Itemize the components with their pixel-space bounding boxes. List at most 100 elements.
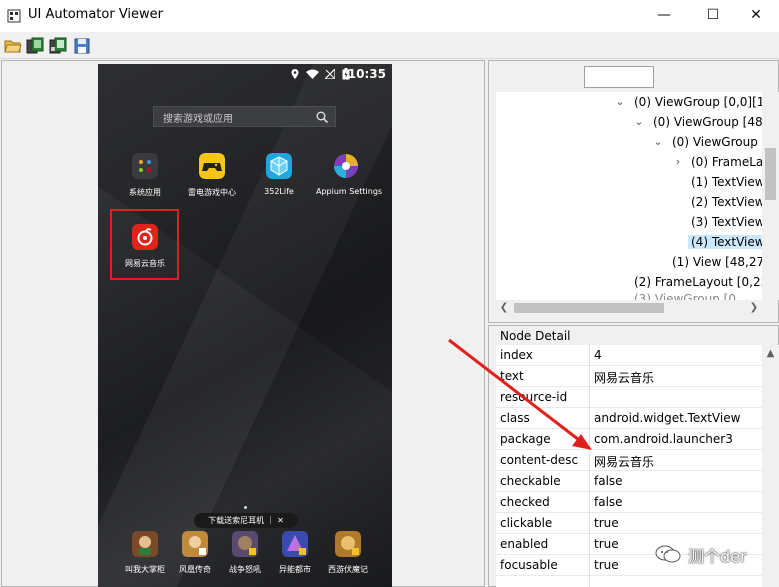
watermark: 测个der [650, 543, 775, 566]
expand-icon[interactable]: › [672, 152, 684, 172]
dock-app[interactable]: 异能都市 [273, 531, 317, 575]
detail-key: package [500, 432, 551, 446]
search-icon[interactable] [316, 111, 328, 123]
selected-node-highlight [110, 209, 179, 280]
leidian-game-center-icon [199, 153, 225, 179]
device-screenshot[interactable]: 10:35 搜索游戏或应用 系统应用 雷电游戏中心 352Life Appium… [98, 64, 392, 587]
detail-row[interactable]: content-desc 网易云音乐 [496, 450, 762, 471]
detail-row[interactable]: checked false [496, 492, 762, 513]
no-signal-icon [325, 69, 335, 79]
location-icon [291, 69, 299, 79]
detail-value: 网易云音乐 [594, 371, 655, 385]
detail-value: false [594, 495, 623, 509]
collapse-icon[interactable]: ⌄ [633, 112, 645, 132]
close-button[interactable]: ✕ [733, 0, 779, 32]
tree-node-label: (1) View [48,27 [672, 255, 765, 269]
minimize-button[interactable]: — [641, 0, 687, 32]
node-detail-title: Node Detail [500, 329, 571, 343]
hierarchy-filter-input[interactable] [584, 66, 654, 88]
scroll-thumb[interactable] [514, 303, 664, 313]
tree-node-label: (0) ViewGroup [672, 135, 758, 149]
tree-node-label: (2) FrameLayout [0,23 [634, 275, 769, 289]
tree-node-label: (3) TextView [691, 215, 765, 229]
game-icon [232, 531, 258, 557]
tree-node[interactable]: ⌄ (0) ViewGroup [652, 132, 758, 152]
detail-key: clickable [500, 516, 553, 530]
save-icon[interactable] [73, 37, 91, 54]
dock-app[interactable]: 战争怒吼 [223, 531, 267, 575]
status-time: 10:35 [347, 67, 386, 81]
maximize-button[interactable]: ☐ [690, 0, 736, 32]
detail-key: class [500, 411, 530, 425]
detail-value: com.android.launcher3 [594, 432, 733, 446]
dock-app[interactable]: 风凰传奇 [173, 531, 217, 575]
tree-node-label: (0) ViewGroup [0,0][1 [634, 95, 765, 109]
scroll-right-icon[interactable]: ❯ [748, 302, 760, 313]
scroll-up-icon[interactable]: ▲ [765, 348, 776, 359]
tree-horizontal-scrollbar[interactable]: ❮ ❯ [496, 300, 762, 316]
collapse-icon[interactable]: ⌄ [652, 132, 664, 152]
open-folder-icon[interactable] [4, 37, 22, 54]
detail-row[interactable]: resource-id [496, 387, 762, 408]
system-apps-icon [132, 153, 158, 179]
column-divider [589, 345, 590, 587]
dock-app[interactable]: 叫我大掌柜 [123, 531, 167, 575]
detail-row[interactable]: text 网易云音乐 [496, 366, 762, 387]
detail-value: false [594, 474, 623, 488]
app-label: 风凰传奇 [179, 565, 211, 574]
app-system-apps[interactable]: 系统应用 [115, 153, 175, 198]
tree-node[interactable]: (3) TextView [691, 212, 765, 232]
ad-banner[interactable]: 下载送索尼耳机 ｜ ✕ [194, 513, 298, 528]
app-label: 异能都市 [279, 565, 311, 574]
detail-value: true [594, 516, 619, 530]
app-label: 战争怒吼 [229, 565, 261, 574]
search-placeholder: 搜索游戏或应用 [163, 114, 233, 125]
app-label: 西游伏魔记 [328, 565, 368, 574]
detail-key: index [500, 348, 533, 362]
detail-value: 网易云音乐 [594, 455, 655, 469]
detail-value: android.widget.TextView [594, 411, 741, 425]
tree-node[interactable]: (1) TextView [691, 172, 765, 192]
tree-node[interactable]: ⌄ (0) ViewGroup [0,0][1 [614, 92, 764, 112]
tree-node[interactable]: (2) TextView [691, 192, 765, 212]
toolbar [0, 32, 779, 59]
tree-node[interactable]: ⌄ (0) ViewGroup [48 [633, 112, 763, 132]
wifi-icon [306, 69, 319, 79]
tree-node-label: (4) TextView [688, 235, 768, 249]
detail-row[interactable]: package com.android.launcher3 [496, 429, 762, 450]
hierarchy-tree[interactable]: ⌄ (0) ViewGroup [0,0][1 ⌄ (0) ViewGroup … [496, 92, 779, 300]
scroll-left-icon[interactable]: ❮ [498, 302, 510, 313]
game-icon [282, 531, 308, 557]
app-leidian-game-center[interactable]: 雷电游戏中心 [182, 153, 242, 198]
detail-key: focusable [500, 558, 558, 572]
device-screenshot-compressed-icon[interactable] [49, 37, 67, 54]
detail-row[interactable]: clickable true [496, 513, 762, 534]
app-label: Appium Settings [316, 187, 383, 196]
detail-row[interactable]: index 4 [496, 345, 762, 366]
detail-row[interactable]: class android.widget.TextView [496, 408, 762, 429]
collapse-icon[interactable]: ⌄ [614, 92, 626, 112]
tree-node-label: (1) TextView [691, 175, 765, 189]
tree-vertical-scrollbar[interactable] [762, 92, 779, 300]
tree-node-label: (0) FrameLa [691, 155, 764, 169]
app-appium-settings[interactable]: Appium Settings [316, 153, 383, 196]
appium-settings-icon [334, 154, 358, 178]
detail-value: true [594, 558, 619, 572]
dock-app[interactable]: 西游伏魔记 [326, 531, 370, 575]
tree-node[interactable]: › (0) FrameLa [672, 152, 763, 172]
tree-node[interactable]: (1) View [48,27 [672, 252, 764, 272]
detail-key: text [500, 369, 524, 383]
tree-node-selected[interactable]: (4) TextView [688, 232, 768, 252]
game-icon [182, 531, 208, 557]
app-352life[interactable]: 352Life [249, 153, 309, 196]
detail-row[interactable]: checkable false [496, 471, 762, 492]
detail-key: enabled [500, 537, 549, 551]
device-screenshot-icon[interactable] [26, 37, 44, 54]
scroll-thumb[interactable] [765, 148, 776, 200]
tree-node-label: (0) ViewGroup [48 [653, 115, 763, 129]
watermark-text: 测个der [688, 547, 747, 566]
game-icon [335, 531, 361, 557]
detail-key: resource-id [500, 390, 568, 404]
search-input[interactable]: 搜索游戏或应用 [153, 106, 336, 127]
detail-value: 4 [594, 348, 602, 362]
